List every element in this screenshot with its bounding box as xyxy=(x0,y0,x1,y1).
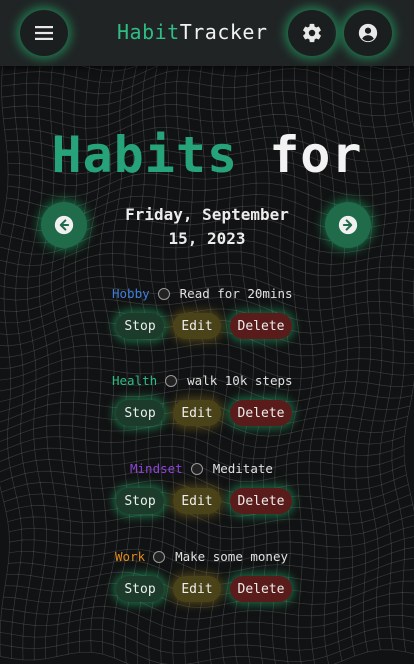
habit-actions: Stop Edit Delete xyxy=(116,400,292,426)
menu-icon xyxy=(35,26,53,40)
gear-icon xyxy=(303,23,321,43)
habit-name: Make some money xyxy=(175,549,288,564)
habit-category: Work xyxy=(115,549,146,564)
previous-day-button[interactable] xyxy=(41,202,87,248)
brand-part2: Tracker xyxy=(179,20,268,44)
brand-part1: Habit xyxy=(117,20,180,44)
page-title: Habits for xyxy=(0,126,414,184)
stop-button[interactable]: Stop xyxy=(116,313,164,339)
habit-name: Read for 20mins xyxy=(179,286,293,301)
habit-row: Hobby Read for 20mins xyxy=(112,286,293,301)
settings-button[interactable] xyxy=(288,10,336,56)
habit-complete-radio[interactable] xyxy=(190,462,203,475)
title-part1: Habits xyxy=(51,126,239,184)
delete-button[interactable]: Delete xyxy=(230,313,292,339)
habit-complete-radio[interactable] xyxy=(165,374,178,387)
habit-actions: Stop Edit Delete xyxy=(116,488,292,514)
app-brand: HabitTracker xyxy=(117,20,268,44)
delete-button[interactable]: Delete xyxy=(230,488,292,514)
date-line1: Friday, September xyxy=(125,205,289,224)
edit-button[interactable]: Edit xyxy=(173,400,221,426)
habit-row: Work Make some money xyxy=(115,549,288,564)
current-date: Friday, September 15, 2023 xyxy=(95,203,319,251)
account-button[interactable] xyxy=(344,10,392,56)
habit-category: Hobby xyxy=(112,286,150,301)
habit-name: walk 10k steps xyxy=(187,373,293,388)
delete-button[interactable]: Delete xyxy=(230,400,292,426)
edit-button[interactable]: Edit xyxy=(173,576,221,602)
stop-button[interactable]: Stop xyxy=(116,576,164,602)
user-circle-icon xyxy=(358,23,378,43)
delete-button[interactable]: Delete xyxy=(230,576,292,602)
title-part2: for xyxy=(269,126,363,184)
habit-category: Mindset xyxy=(130,461,183,476)
arrow-left-icon xyxy=(54,215,74,235)
habit-name: Meditate xyxy=(212,461,273,476)
next-day-button[interactable] xyxy=(325,202,371,248)
menu-button[interactable] xyxy=(20,10,68,56)
arrow-right-icon xyxy=(338,215,358,235)
main-content: Habits for Friday, September 15, 2023 Ho… xyxy=(0,66,414,664)
habit-row: Health walk 10k steps xyxy=(112,373,293,388)
habit-row: Mindset Meditate xyxy=(130,461,273,476)
habit-complete-radio[interactable] xyxy=(157,287,170,300)
stop-button[interactable]: Stop xyxy=(116,488,164,514)
habit-complete-radio[interactable] xyxy=(153,550,166,563)
habit-actions: Stop Edit Delete xyxy=(116,576,292,602)
date-line2: 15, 2023 xyxy=(168,229,246,248)
habit-category: Health xyxy=(112,373,158,388)
edit-button[interactable]: Edit xyxy=(173,488,221,514)
habit-actions: Stop Edit Delete xyxy=(116,313,292,339)
stop-button[interactable]: Stop xyxy=(116,400,164,426)
edit-button[interactable]: Edit xyxy=(173,313,221,339)
top-app-bar: HabitTracker xyxy=(0,0,414,66)
